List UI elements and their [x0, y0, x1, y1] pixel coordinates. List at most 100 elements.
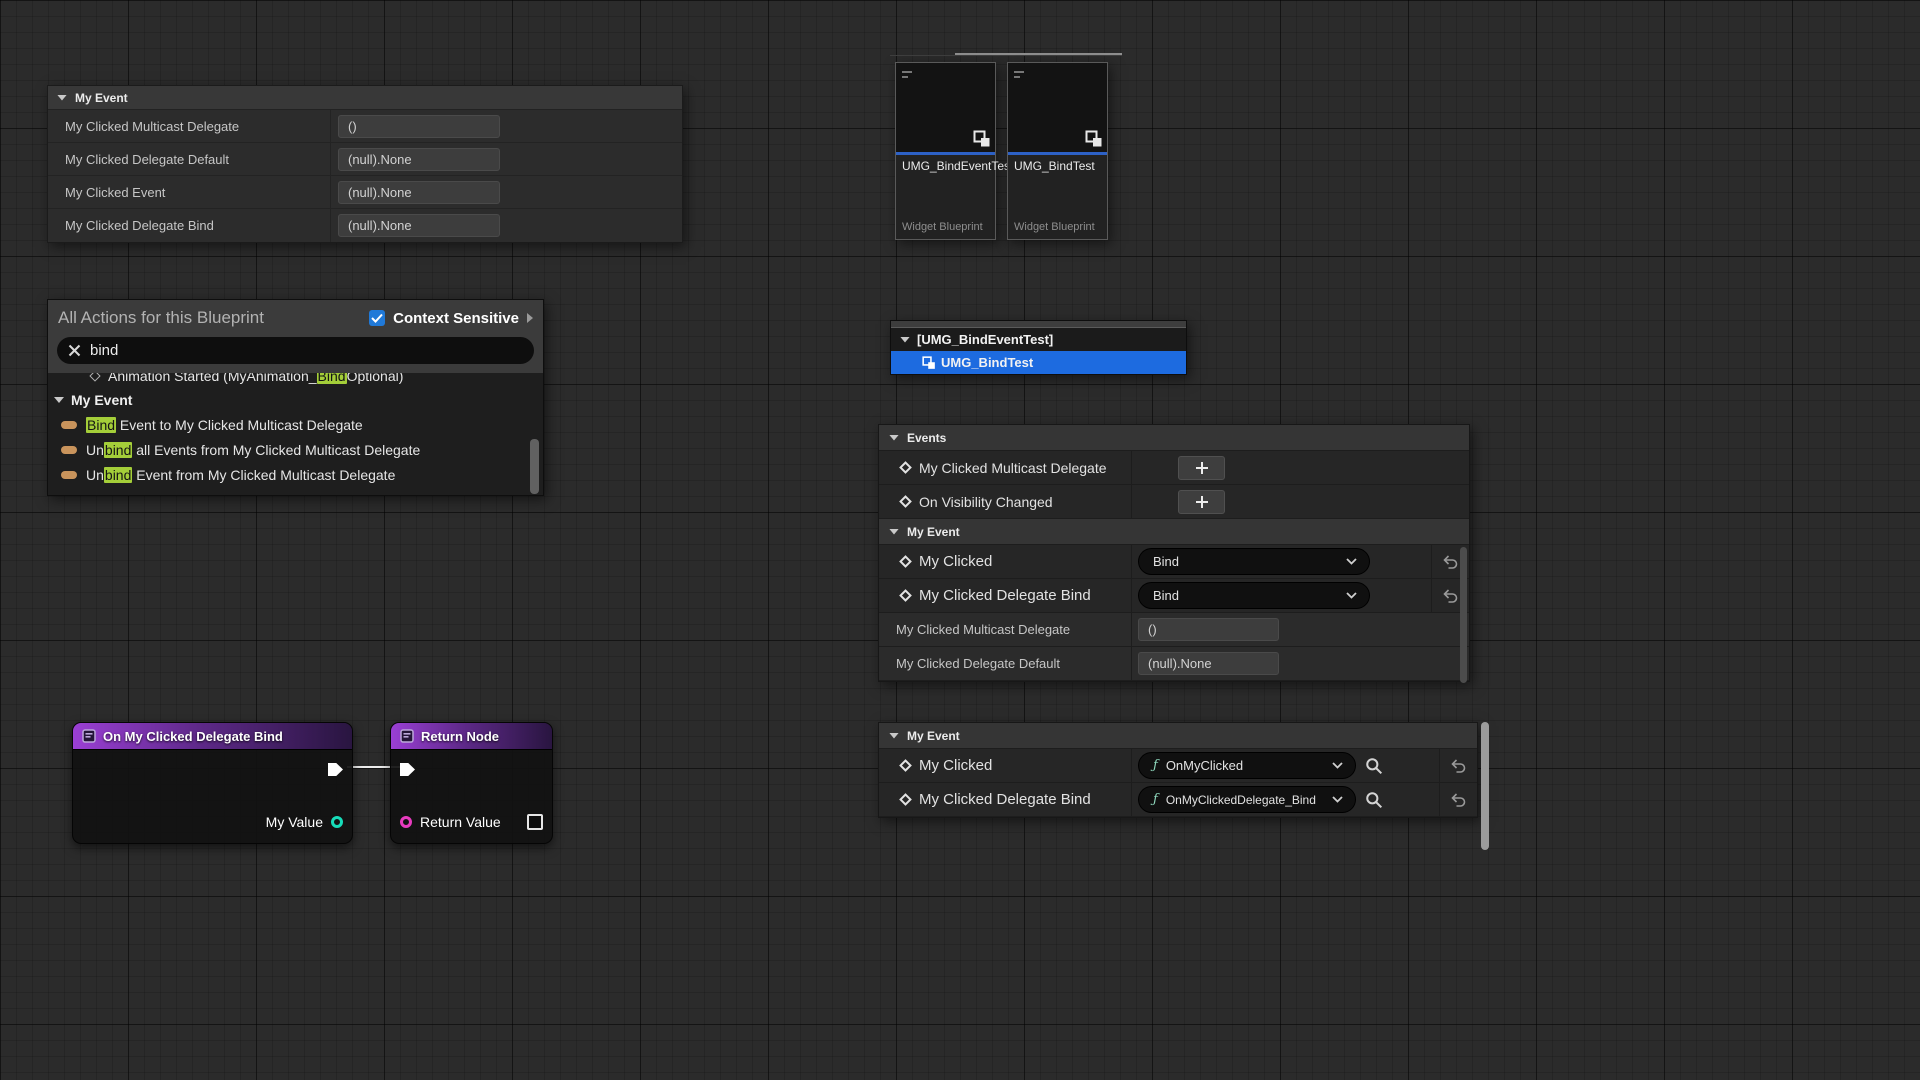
asset-tile-umg-bindtest[interactable]: UMG_BindTest Widget Blueprint	[1007, 62, 1108, 240]
context-menu-title: All Actions for this Blueprint	[58, 308, 361, 328]
browse-to-function-button[interactable]	[1365, 791, 1383, 809]
check-icon	[371, 313, 383, 323]
result-node-icon	[400, 729, 414, 743]
collapse-arrow-icon	[889, 435, 899, 441]
hierarchy-selected-row[interactable]: UMG_BindTest	[891, 351, 1186, 374]
scrollbar-thumb[interactable]	[530, 439, 539, 494]
exec-output-pin[interactable]	[328, 763, 343, 776]
chevron-down-icon	[1332, 796, 1343, 803]
event-label: On Visibility Changed	[919, 494, 1053, 510]
details-panel-right: Events My Clicked Multicast Delegate On …	[878, 424, 1470, 682]
property-row-my-clicked: My Clicked ƒ OnMyClicked	[879, 749, 1477, 783]
category-header-my-event[interactable]: My Event	[879, 519, 1469, 545]
search-input[interactable]: bind	[57, 337, 534, 364]
property-value-field[interactable]: (null).None	[338, 214, 500, 237]
widget-blueprint-icon	[922, 356, 936, 370]
action-item-bind-event[interactable]: Bind Event to My Clicked Multicast Deleg…	[48, 412, 543, 437]
property-label: My Clicked Multicast Delegate	[896, 622, 1070, 637]
property-value-field[interactable]: ()	[1138, 618, 1279, 641]
property-value-field[interactable]: (null).None	[338, 148, 500, 171]
undo-arrow-icon	[1442, 553, 1459, 570]
hierarchy-root-label: [UMG_BindEventTest]	[917, 332, 1053, 347]
action-item-unbind-event[interactable]: Unbind Event from My Clicked Multicast D…	[48, 462, 543, 487]
category-header-my-event[interactable]: My Event	[879, 723, 1477, 749]
bind-dropdown[interactable]: Bind	[1138, 582, 1370, 609]
function-dropdown[interactable]: ƒ OnMyClickedDelegate_Bind	[1138, 786, 1356, 813]
asset-thumbnail	[1008, 63, 1107, 155]
property-label: My Clicked	[919, 553, 992, 570]
node-return-node[interactable]: Return Node Return Value	[390, 722, 553, 844]
return-value-checkbox[interactable]	[527, 814, 543, 830]
add-event-button[interactable]	[1178, 490, 1225, 514]
browse-to-function-button[interactable]	[1365, 757, 1383, 775]
blueprint-graph-canvas[interactable]: My Event My Clicked Multicast Delegate (…	[0, 0, 1920, 1080]
function-dropdown[interactable]: ƒ OnMyClicked	[1138, 752, 1356, 779]
node-title: On My Clicked Delegate Bind	[103, 729, 283, 744]
asset-tile-umg-bindeventtest[interactable]: UMG_BindEventTest Widget Blueprint	[895, 62, 996, 240]
collapse-arrow-icon	[889, 733, 899, 739]
category-header-events[interactable]: Events	[879, 425, 1469, 451]
property-value-field[interactable]: ()	[338, 115, 500, 138]
action-category-my-event[interactable]: My Event	[48, 388, 543, 412]
asset-thumbnail	[896, 63, 995, 155]
action-item-unbind-all[interactable]: Unbind all Events from My Clicked Multic…	[48, 437, 543, 462]
my-value-output-pin[interactable]	[331, 816, 343, 828]
property-value-field[interactable]: (null).None	[1138, 652, 1279, 675]
property-label: My Clicked Delegate Default	[896, 656, 1060, 671]
asset-type: Widget Blueprint	[896, 221, 995, 239]
collapse-arrow-icon	[900, 337, 910, 343]
node-header[interactable]: On My Clicked Delegate Bind	[73, 723, 352, 750]
widget-blueprint-icon	[1085, 130, 1103, 148]
magnifier-icon	[1365, 757, 1383, 775]
clear-search-icon[interactable]	[68, 344, 81, 357]
chevron-down-icon	[1346, 558, 1357, 565]
category-header-my-event[interactable]: My Event	[48, 86, 682, 110]
event-node-icon	[82, 729, 96, 743]
return-value-input-pin[interactable]	[400, 816, 412, 828]
add-event-button[interactable]	[1178, 456, 1225, 480]
property-row: My Clicked Delegate Default (null).None	[48, 143, 682, 176]
property-row-my-clicked-delegate-bind: My Clicked Delegate Bind Bind	[879, 579, 1469, 613]
action-item-animation-started[interactable]: Animation Started (MyAnimation_BindOptio…	[48, 373, 543, 388]
plus-icon	[1195, 461, 1209, 475]
event-pin-icon	[899, 555, 912, 568]
widget-blueprint-icon	[973, 130, 991, 148]
context-menu-all-actions: All Actions for this Blueprint Context S…	[47, 299, 544, 496]
expand-arrow-icon[interactable]	[527, 313, 533, 323]
collapse-arrow-icon	[54, 397, 64, 403]
undo-arrow-icon	[1450, 791, 1467, 808]
event-icon	[89, 373, 100, 381]
property-row-my-clicked: My Clicked Bind	[879, 545, 1469, 579]
property-value-field[interactable]: (null).None	[338, 181, 500, 204]
reset-to-default-button[interactable]	[1439, 783, 1477, 816]
pin-label: Return Value	[420, 814, 501, 830]
property-label: My Clicked	[919, 757, 992, 774]
reset-to-default-button[interactable]	[1439, 749, 1477, 782]
exec-input-pin[interactable]	[400, 763, 415, 776]
scrollbar-thumb[interactable]	[1460, 547, 1467, 683]
function-icon: ƒ	[1153, 758, 1158, 773]
property-label: My Clicked Delegate Default	[48, 143, 330, 175]
delegate-icon	[61, 446, 77, 454]
collapse-arrow-icon	[57, 95, 67, 101]
node-header[interactable]: Return Node	[391, 723, 552, 750]
event-label: My Clicked Multicast Delegate	[919, 460, 1107, 476]
event-pin-icon	[899, 495, 912, 508]
bind-dropdown[interactable]: Bind	[1138, 548, 1370, 575]
clipped-row-container: Animation Started (MyAnimation_BindOptio…	[48, 373, 543, 388]
node-on-my-clicked-delegate-bind[interactable]: On My Clicked Delegate Bind My Value	[72, 722, 353, 844]
undo-arrow-icon	[1442, 587, 1459, 604]
hierarchy-header-strip	[891, 321, 1186, 328]
context-sensitive-checkbox[interactable]	[369, 310, 385, 326]
property-row-my-clicked-delegate-bind: My Clicked Delegate Bind ƒ OnMyClickedDe…	[879, 783, 1477, 817]
search-text: bind	[90, 342, 118, 359]
asset-name: UMG_BindTest	[1008, 155, 1107, 175]
delegate-icon	[61, 421, 77, 429]
hierarchy-root-row[interactable]: [UMG_BindEventTest]	[891, 328, 1186, 351]
node-title: Return Node	[421, 729, 499, 744]
chevron-down-icon	[1332, 762, 1343, 769]
event-pin-icon	[899, 793, 912, 806]
scrollbar-thumb[interactable]	[1481, 722, 1489, 850]
hierarchy-panel: [UMG_BindEventTest] UMG_BindTest	[890, 320, 1187, 375]
function-icon: ƒ	[1153, 792, 1158, 807]
